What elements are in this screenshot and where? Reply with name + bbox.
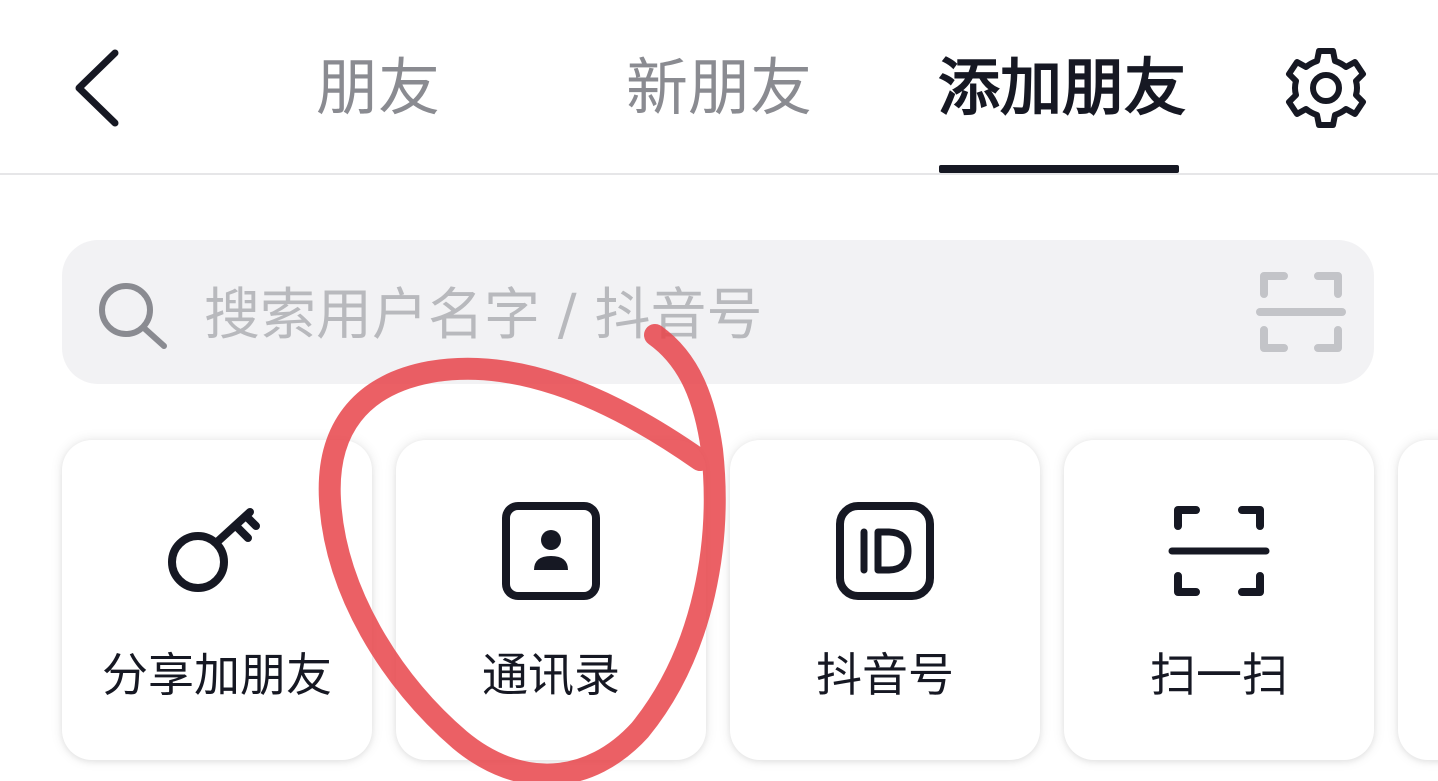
scan-icon[interactable] — [1256, 268, 1346, 356]
id-icon — [836, 502, 934, 600]
add-friends-page: 朋友 新朋友 添加朋友 搜索用户名字 / 抖音号 分享加朋友 通讯录 抖音号 扫… — [0, 0, 1438, 781]
contacts-label: 通讯录 — [482, 648, 620, 702]
settings-button[interactable] — [1278, 40, 1374, 136]
top-nav-bar: 朋友 新朋友 添加朋友 — [0, 0, 1438, 175]
gear-icon — [1286, 48, 1366, 128]
chevron-left-icon — [75, 49, 119, 127]
tab-friends[interactable]: 朋友 — [316, 48, 440, 128]
share-add-friend-label: 分享加朋友 — [102, 648, 332, 702]
tab-add-friends[interactable]: 添加朋友 — [938, 48, 1186, 128]
key-icon — [168, 508, 260, 592]
tab-new-friends[interactable]: 新朋友 — [626, 48, 812, 128]
back-button[interactable] — [52, 38, 142, 138]
scan-card[interactable] — [1064, 440, 1374, 760]
scan-icon — [1168, 506, 1270, 596]
douyin-id-label: 抖音号 — [816, 648, 954, 702]
contacts-card[interactable] — [396, 440, 706, 760]
active-tab-indicator — [939, 165, 1179, 173]
contacts-icon — [502, 502, 600, 600]
search-input[interactable] — [204, 272, 1224, 358]
share-add-friend-card[interactable] — [62, 440, 372, 760]
search-icon — [99, 283, 167, 349]
scan-label: 扫一扫 — [1150, 648, 1288, 702]
douyin-id-card[interactable] — [730, 440, 1040, 760]
more-card-partial[interactable] — [1398, 440, 1438, 760]
